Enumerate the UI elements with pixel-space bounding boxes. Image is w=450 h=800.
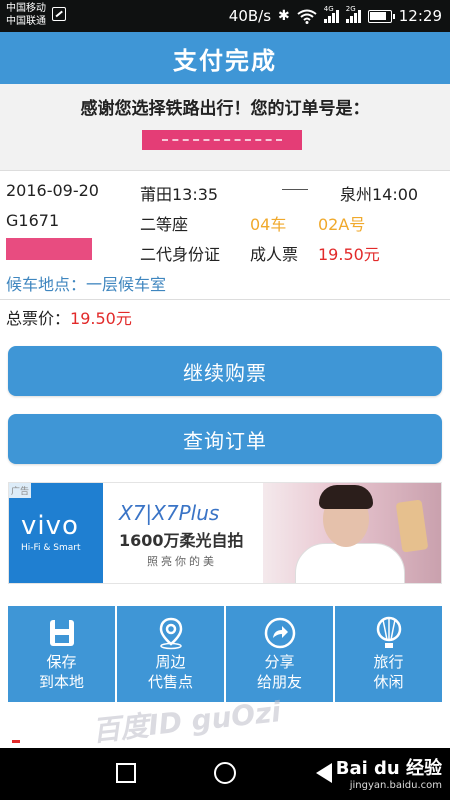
- signal-strength-1-icon: 4G: [323, 5, 339, 23]
- nearby-agents-button[interactable]: 周边 代售点: [117, 606, 224, 702]
- total-price: 总票价：19.50元: [6, 305, 132, 329]
- battery-icon: [367, 9, 395, 23]
- thanks-message: 感谢您选择铁路出行！您的订单号是：: [80, 99, 370, 119]
- ad-brand-subtitle: Hi-Fi & Smart: [21, 543, 81, 553]
- recent-apps-icon[interactable]: [116, 763, 136, 783]
- ad-banner[interactable]: 广告 vivo Hi-Fi & Smart X7|X7Plus 1600万柔光自…: [8, 482, 442, 584]
- ticket-info: 2016-09-20 莆田13:35 泉州14:00 G1671 二等座 04车…: [0, 170, 450, 300]
- total-price-label: 总票价：: [6, 309, 71, 328]
- passenger-name-redacted: [6, 238, 92, 260]
- baidu-url: jingyan.baidu.com: [349, 780, 442, 791]
- continue-purchase-button[interactable]: 继续购票: [8, 346, 442, 396]
- location-pin-icon: [159, 617, 182, 650]
- route-arrow-icon: [282, 189, 308, 190]
- train-number: G1671: [6, 211, 60, 230]
- share-friends-button[interactable]: 分享 给朋友: [226, 606, 333, 702]
- network-speed: 40B/s: [228, 7, 272, 25]
- id-type: 二代身份证: [140, 245, 221, 264]
- bluetooth-icon: ✱: [278, 8, 290, 24]
- arrival-station-time: 泉州14:00: [340, 185, 419, 204]
- ad-tag: 广告: [9, 483, 32, 498]
- wifi-icon: [297, 9, 317, 24]
- status-bar: 中国移动 中国联通 40B/s ✱ 4G 2G 12:29: [0, 0, 450, 32]
- save-local-button[interactable]: 保存 到本地: [8, 606, 115, 702]
- section-marker: [12, 740, 20, 743]
- query-order-button[interactable]: 查询订单: [8, 414, 442, 464]
- ad-phone-image: [395, 499, 429, 553]
- baidu-logo-text: Bai du 经验: [335, 758, 442, 779]
- page-title: 支付完成: [0, 32, 450, 84]
- order-number-redacted: [142, 130, 302, 150]
- network-type-1: 4G: [323, 5, 334, 13]
- image-notification-icon: [52, 7, 66, 21]
- share-icon: [264, 617, 295, 649]
- carrier-1: 中国移动: [6, 3, 46, 14]
- save-icon: [49, 620, 74, 646]
- ad-slogan-secondary: 照亮你的美: [147, 555, 217, 568]
- travel-leisure-button[interactable]: 旅行 休闲: [335, 606, 442, 702]
- ad-model: X7|X7Plus: [119, 501, 220, 525]
- travel-date: 2016-09-20: [6, 181, 99, 200]
- status-right: 40B/s ✱ 4G 2G 12:29: [229, 0, 442, 32]
- carrier-2: 中国联通: [6, 16, 46, 27]
- seat-number: 02A号: [318, 215, 366, 234]
- balloon-icon: [376, 616, 401, 648]
- ticket-price: 19.50元: [318, 245, 380, 264]
- network-type-2: 2G: [345, 5, 356, 13]
- departure-station-time: 莆田13:35: [140, 185, 219, 204]
- save-local-label: 保存 到本地: [38, 653, 84, 691]
- nearby-agents-label: 周边 代售点: [147, 653, 193, 691]
- system-nav-bar: Bai du 经验 jingyan.baidu.com: [0, 748, 450, 800]
- baidu-jingyan-logo: Bai du 经验 jingyan.baidu.com: [336, 754, 442, 791]
- ad-photo: [263, 483, 441, 583]
- share-friends-label: 分享 给朋友: [256, 653, 302, 691]
- ticket-type: 成人票: [250, 245, 299, 264]
- quick-actions: 保存 到本地 周边 代售点 分享 给朋友 旅行 休闲: [8, 606, 442, 702]
- clock: 12:29: [398, 7, 442, 25]
- seat-class: 二等座: [140, 215, 189, 234]
- signal-strength-2-icon: 2G: [345, 5, 361, 23]
- thanks-panel: 感谢您选择铁路出行！您的订单号是：: [0, 84, 450, 170]
- carrier-names: 中国移动 中国联通: [6, 2, 46, 28]
- ad-brand-logo: vivo: [21, 511, 79, 541]
- waiting-room: 候车地点：一层候车室: [6, 275, 167, 294]
- back-icon[interactable]: [316, 763, 332, 783]
- car-number: 04车: [250, 215, 287, 234]
- home-icon[interactable]: [214, 762, 236, 784]
- total-price-value: 19.50元: [70, 309, 132, 328]
- travel-leisure-label: 旅行 休闲: [373, 653, 404, 691]
- ad-brand-block: vivo Hi-Fi & Smart: [9, 483, 103, 583]
- ad-slogan: 1600万柔光自拍: [119, 531, 244, 550]
